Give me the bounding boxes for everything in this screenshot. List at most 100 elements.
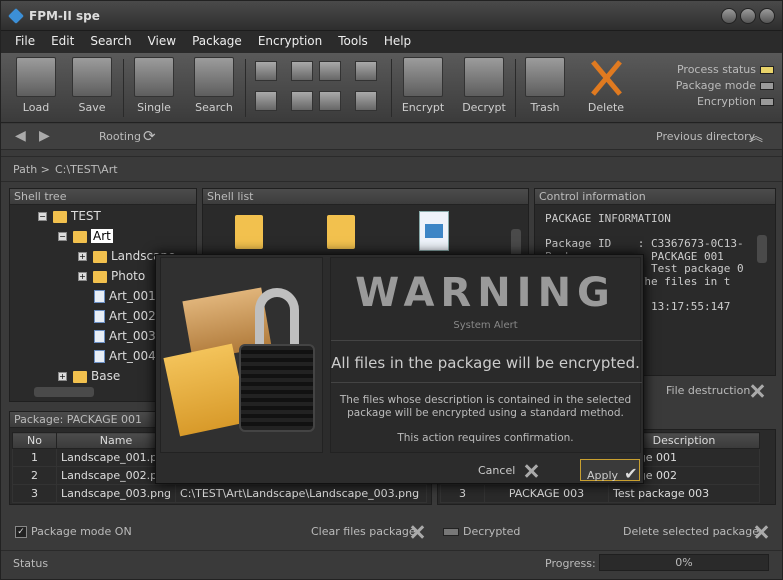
refresh-icon[interactable]: ⟳ (143, 127, 156, 145)
file-destruction-label[interactable]: File destruction (666, 384, 750, 397)
expand-icon[interactable]: + (78, 252, 87, 261)
image-file-icon[interactable] (419, 211, 449, 251)
folder-icon (73, 370, 87, 383)
dialog-body-line1: The files whose description is contained… (339, 394, 632, 406)
dialog-illustration (160, 257, 323, 453)
folder-icon (93, 270, 107, 283)
storage-icon[interactable] (355, 91, 377, 111)
apply-button[interactable]: Apply ✔ (580, 459, 640, 483)
trash-button[interactable]: Trash (520, 57, 570, 114)
toolbar-separator (245, 59, 246, 117)
folder-icon[interactable] (235, 215, 263, 249)
settings-icon[interactable] (291, 91, 313, 111)
encryption-status: Encryption (697, 95, 774, 108)
tree-item-base[interactable]: + Base (58, 369, 120, 383)
previous-directory-label[interactable]: Previous directory (656, 130, 755, 143)
key-icon (464, 57, 504, 97)
expand-icon[interactable]: + (58, 372, 67, 381)
col-no[interactable]: No (12, 432, 57, 449)
file-destruction-x-icon[interactable] (749, 383, 765, 399)
dialog-body-line3: This action requires confirmation. (397, 432, 574, 444)
expand-icon[interactable]: + (78, 272, 87, 281)
lock-icon (403, 57, 443, 97)
decrypt-button[interactable]: Decrypt (459, 57, 509, 114)
path-label: Path > (13, 163, 50, 176)
clear-x-icon[interactable] (409, 524, 425, 540)
single-button[interactable]: Single (129, 57, 179, 114)
check-icon: ✓ (15, 526, 27, 538)
minimize-button[interactable] (721, 8, 737, 24)
add-icon[interactable] (255, 91, 277, 111)
checklist-icon[interactable] (355, 61, 377, 81)
tree-item-art004[interactable]: Art_004 (94, 349, 156, 363)
save-button[interactable]: Save (67, 57, 117, 114)
app-icon (8, 8, 24, 24)
tree-item-photo[interactable]: + Photo (78, 269, 145, 283)
cancel-button[interactable]: Cancel (478, 459, 539, 481)
process-led (760, 66, 774, 74)
drive-icon[interactable] (319, 61, 341, 81)
navigation-bar: ◀ ▶ Rooting ⟳ Previous directory ︽ (1, 124, 782, 150)
path-value[interactable]: C:\TEST\Art (55, 163, 118, 176)
package-mode-status: Package mode (676, 79, 774, 92)
encrypt-button[interactable]: Encrypt (398, 57, 448, 114)
folder-icon (93, 250, 107, 263)
title-bar[interactable]: FPM-II spe (1, 1, 782, 31)
menu-view[interactable]: View (140, 31, 184, 53)
table-row[interactable]: 3 Landscape_003.png C:\TEST\Art\Landscape\… (12, 484, 427, 503)
menu-tools[interactable]: Tools (330, 31, 376, 53)
tree-item-art003[interactable]: Art_003 (94, 329, 156, 343)
delete-selected-label[interactable]: Delete selected package (623, 525, 759, 538)
padlock-icon (239, 344, 315, 432)
delete-selected-x-icon[interactable] (753, 524, 769, 540)
menu-help[interactable]: Help (376, 31, 419, 53)
delete-button[interactable]: Delete (581, 57, 631, 114)
load-button[interactable]: Load (11, 57, 61, 114)
package-list-bottom-bar: Decrypted Delete selected package (437, 521, 776, 543)
list-icon[interactable] (319, 91, 341, 111)
decrypted-led (443, 528, 459, 536)
folder-icon (163, 343, 249, 437)
load-icon (16, 57, 56, 97)
collapse-icon[interactable]: − (58, 232, 67, 241)
forward-arrow-icon[interactable]: ▶ (39, 128, 50, 144)
menu-search[interactable]: Search (82, 31, 139, 53)
up-chevron-icon[interactable]: ︽ (749, 126, 763, 146)
info-scrollbar[interactable] (757, 235, 767, 263)
close-button[interactable] (759, 8, 775, 24)
menu-edit[interactable]: Edit (43, 31, 82, 53)
dialog-body-line2: package will be encrypted using a standa… (347, 407, 624, 419)
delete-x-icon (586, 57, 626, 97)
status-bar: Status Progress: 0% (1, 550, 782, 574)
decrypted-indicator: Decrypted (443, 525, 520, 538)
menu-file[interactable]: File (7, 31, 43, 53)
tree-item-art001[interactable]: Art_001 (94, 289, 156, 303)
padlock-shackle-icon (255, 288, 299, 348)
shell-tree-header: Shell tree (10, 189, 196, 205)
progress-bar: 0% (599, 554, 769, 571)
tree-item-art[interactable]: − Art (58, 229, 113, 243)
package-mode-checkbox[interactable]: ✓ Package mode ON (15, 525, 132, 538)
back-arrow-icon[interactable]: ◀ (15, 128, 26, 144)
checkmark-icon: ✔ (624, 464, 638, 483)
menu-encryption[interactable]: Encryption (250, 31, 330, 53)
toolbar-separator (123, 59, 124, 117)
process-status: Process status (677, 63, 774, 76)
tree-scrollbar[interactable] (34, 387, 94, 397)
table-row[interactable]: 3 PACKAGE 003 Test package 003 (440, 484, 760, 503)
folder-icon[interactable] (327, 215, 355, 249)
menu-package[interactable]: Package (184, 31, 250, 53)
copy-icon[interactable] (255, 61, 277, 81)
folder-tree-icon[interactable] (291, 61, 313, 81)
tree-item-test[interactable]: − TEST (38, 209, 101, 223)
clear-files-label[interactable]: Clear files package (311, 525, 416, 538)
list-scrollbar[interactable] (511, 229, 521, 257)
file-icon (94, 330, 105, 343)
collapse-icon[interactable]: − (38, 212, 47, 221)
tree-item-art002[interactable]: Art_002 (94, 309, 156, 323)
dialog-separator (331, 340, 642, 341)
search-button[interactable]: Search (189, 57, 239, 114)
file-icon (94, 310, 105, 323)
maximize-button[interactable] (740, 8, 756, 24)
menu-bar: File Edit Search View Package Encryption… (1, 31, 782, 53)
